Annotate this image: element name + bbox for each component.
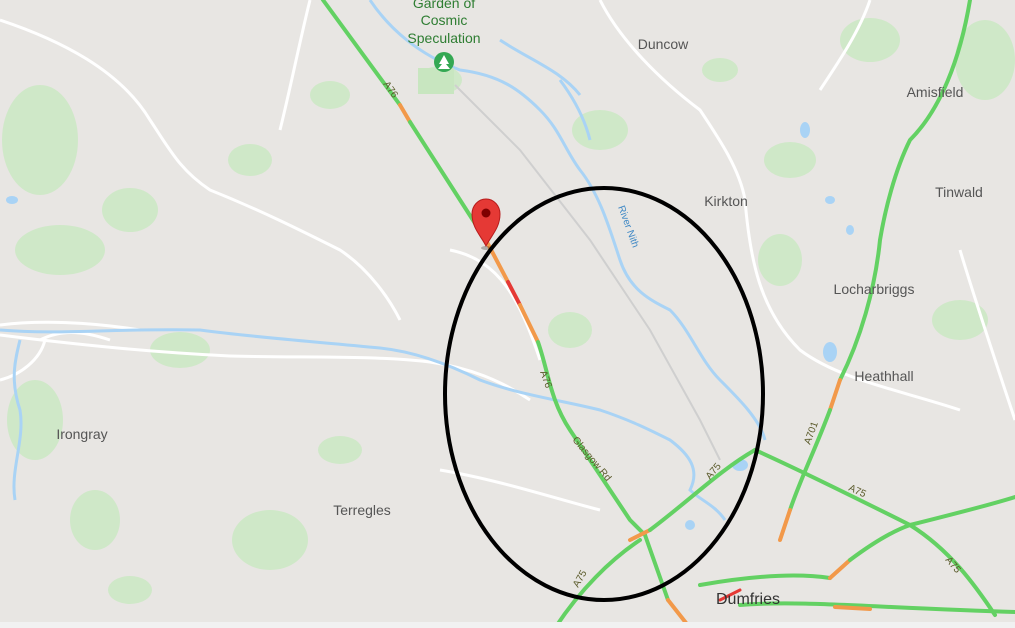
poi-park-area [418, 68, 454, 94]
place-label-terregles[interactable]: Terregles [333, 502, 391, 518]
poi-label-line1: Garden of [413, 0, 475, 11]
poi-label-line3: Speculation [407, 30, 480, 46]
map-view[interactable]: Garden of Cosmic Speculation Duncow Amis… [0, 0, 1015, 628]
place-label-tinwald[interactable]: Tinwald [935, 184, 983, 200]
place-label-kirkton[interactable]: Kirkton [704, 193, 748, 209]
place-label-amisfield[interactable]: Amisfield [907, 84, 964, 100]
place-label-locharbriggs[interactable]: Locharbriggs [834, 281, 915, 297]
place-label-irongray[interactable]: Irongray [56, 426, 107, 442]
place-label-heathhall[interactable]: Heathhall [854, 368, 913, 384]
poi-label-line2: Cosmic [421, 12, 468, 28]
map-background [0, 0, 1015, 628]
place-label-duncow[interactable]: Duncow [638, 36, 689, 52]
map-canvas[interactable]: Garden of Cosmic Speculation Duncow Amis… [0, 0, 1015, 628]
map-bottom-strip [0, 622, 1015, 628]
place-label-dumfries[interactable]: Dumfries [716, 591, 780, 608]
